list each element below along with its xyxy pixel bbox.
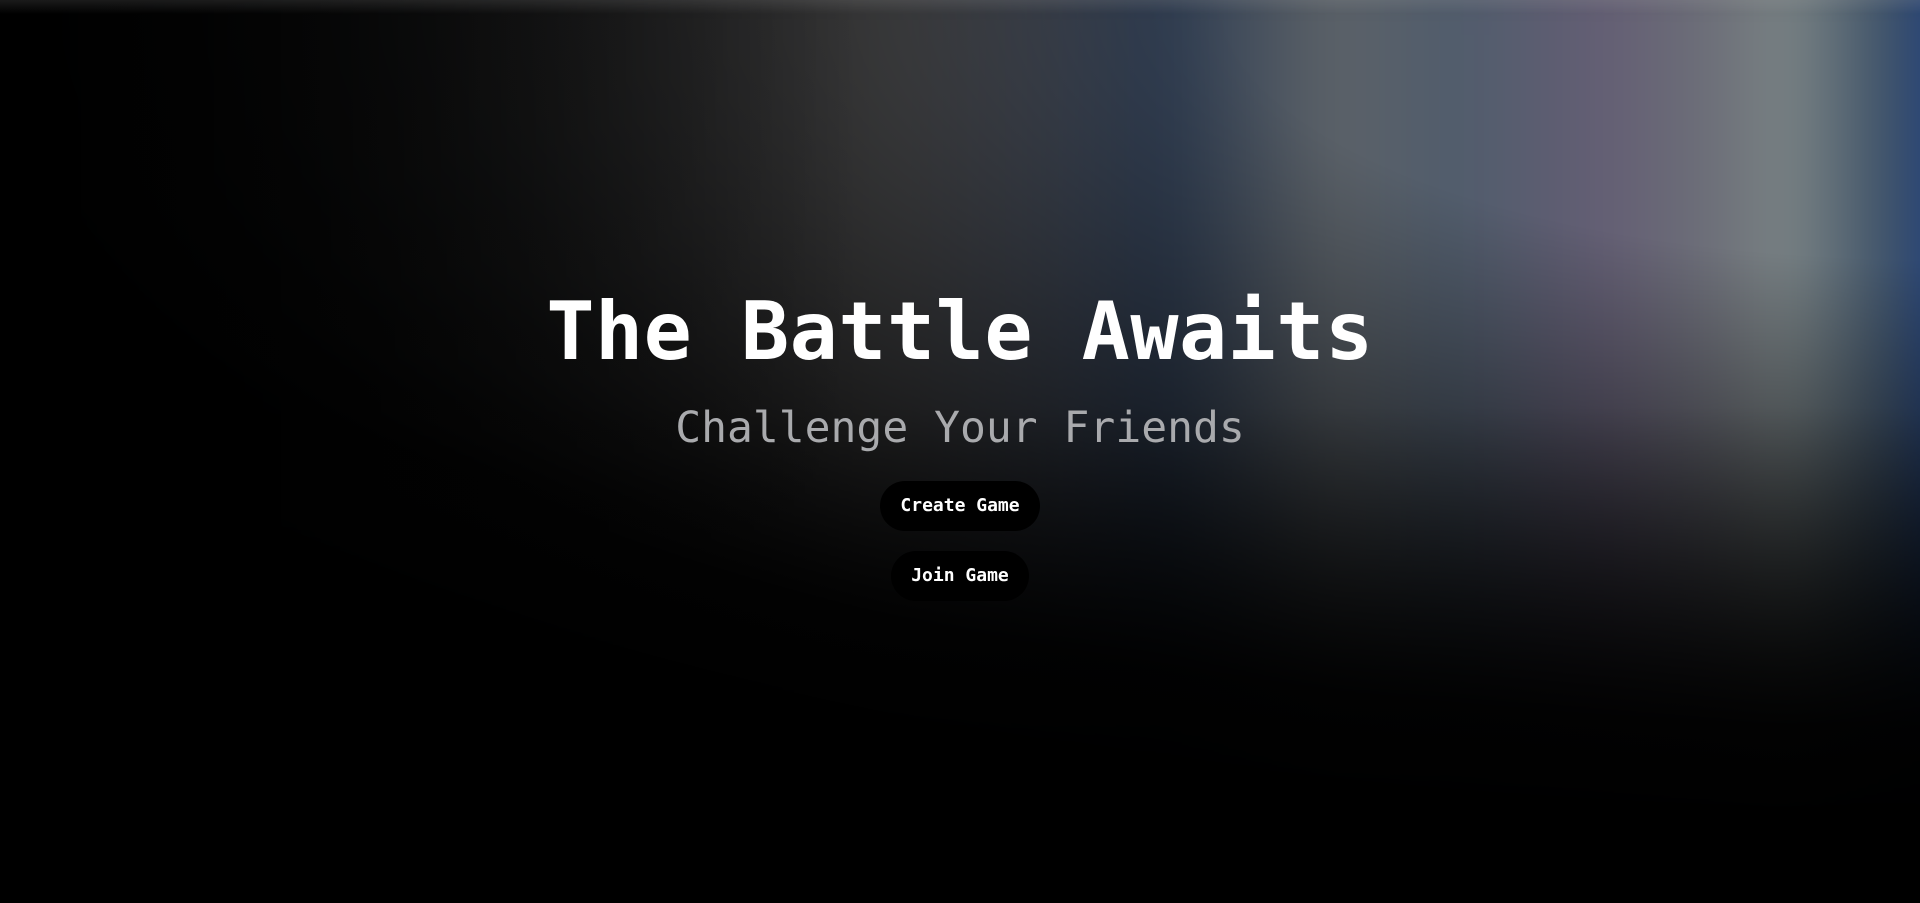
create-game-button[interactable]: Create Game <box>880 481 1040 531</box>
hero-section: The Battle Awaits Challenge Your Friends… <box>0 282 1920 601</box>
background-top-sheen <box>0 0 1920 14</box>
join-game-button[interactable]: Join Game <box>891 551 1029 601</box>
page-title: The Battle Awaits <box>546 285 1374 378</box>
landing-page: The Battle Awaits Challenge Your Friends… <box>0 0 1920 903</box>
page-subtitle: Challenge Your Friends <box>675 403 1245 453</box>
